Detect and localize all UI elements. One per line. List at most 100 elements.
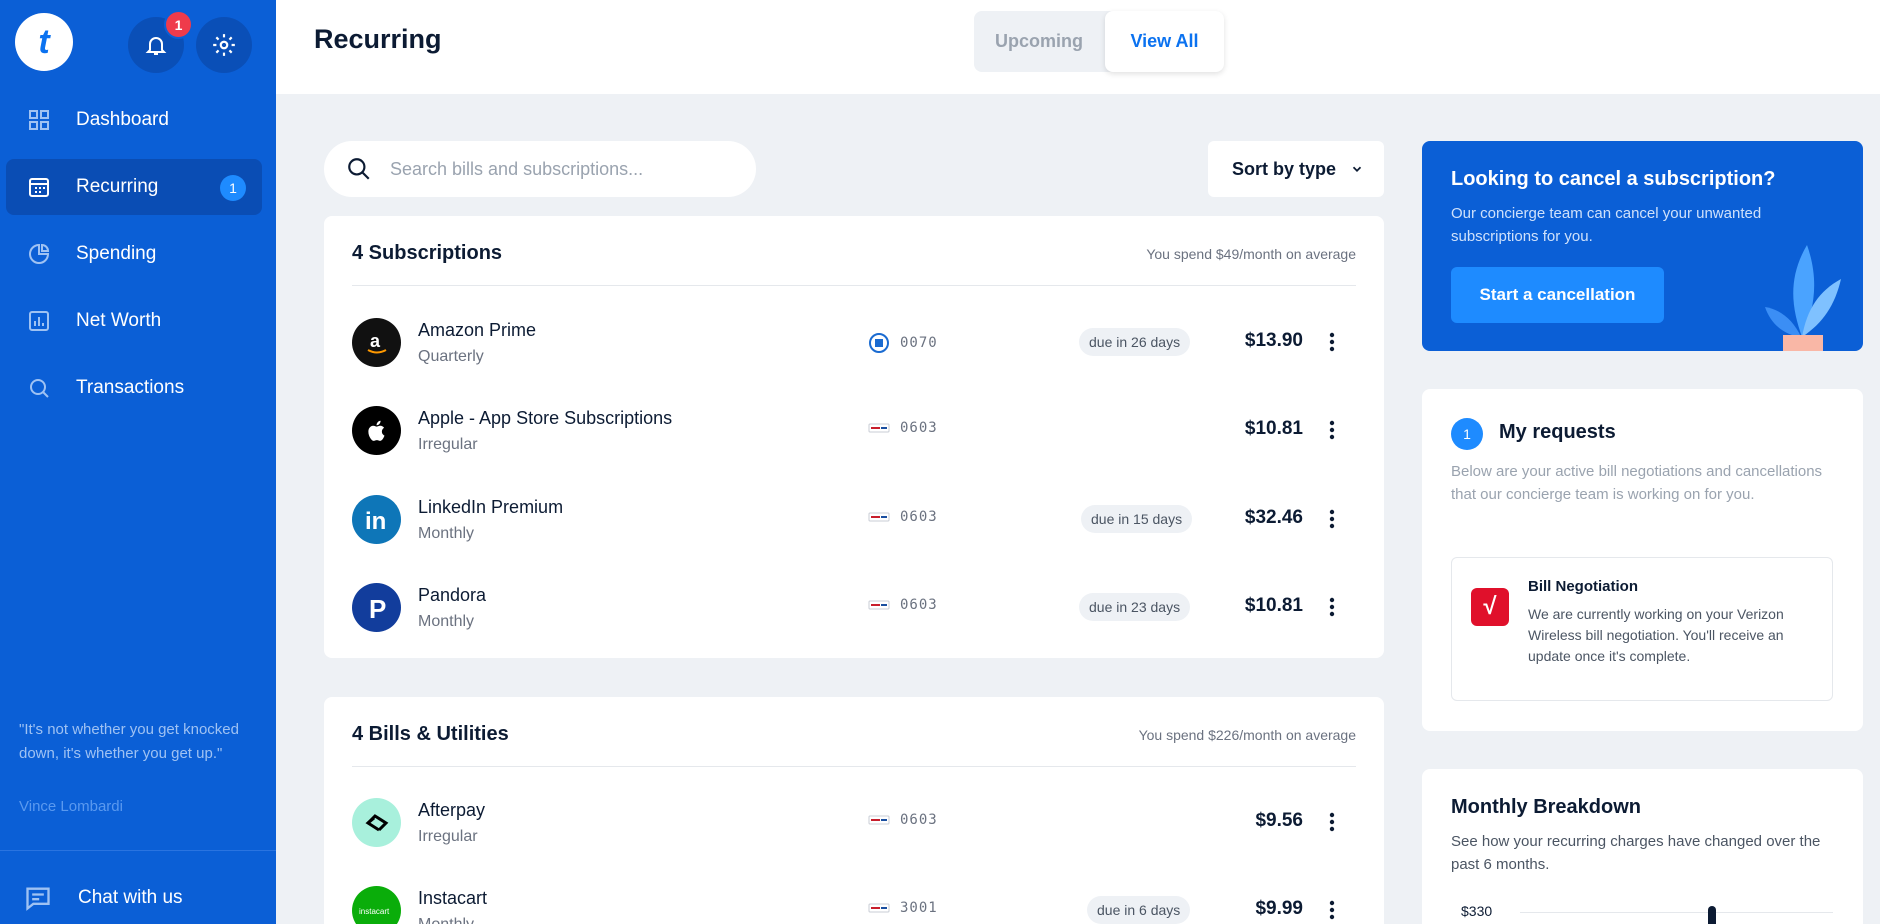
more-options-icon[interactable] — [1322, 328, 1342, 356]
account-tag: 3001 — [868, 900, 938, 916]
sidebar-quote: "It's not whether you get knocked down, … — [19, 721, 239, 762]
pie-chart-icon — [26, 241, 52, 267]
pandora-logo-icon: P — [352, 583, 401, 632]
sidebar-item-label: Spending — [76, 243, 157, 264]
bills-average: You spend $226/month on average — [1138, 727, 1356, 743]
row-frequency: Quarterly — [418, 348, 484, 365]
page-title: Recurring — [314, 24, 442, 54]
card-logo-icon — [868, 903, 890, 913]
breakdown-bar — [1708, 906, 1716, 924]
search-input[interactable] — [390, 158, 740, 180]
cancel-card-title: Looking to cancel a subscription? — [1451, 168, 1776, 190]
account-number: 0603 — [900, 597, 938, 613]
sort-label: Sort by type — [1232, 158, 1337, 179]
bills-title: 4 Bills & Utilities — [352, 723, 509, 745]
logo-glyph: t — [38, 23, 50, 61]
table-row[interactable]: Afterpay Irregular 0603 $9.56 — [352, 778, 1356, 866]
subscriptions-title: 4 Subscriptions — [352, 242, 503, 264]
table-row[interactable]: P Pandora Monthly 0603 due in 23 days $1… — [352, 563, 1356, 651]
due-badge: due in 23 days — [1079, 593, 1191, 621]
sidebar-nav: Dashboard Recurring 1 Spending Net Worth — [0, 92, 276, 427]
sidebar-item-recurring[interactable]: Recurring 1 — [6, 159, 262, 215]
svg-text:in: in — [365, 508, 386, 535]
bank-logo-icon — [869, 333, 889, 353]
instacart-logo-icon: instacart — [352, 886, 401, 924]
chat-button[interactable]: Chat with us — [24, 884, 183, 912]
sidebar-item-label: Net Worth — [76, 310, 162, 331]
card-logo-icon — [868, 423, 890, 433]
sidebar-item-dashboard[interactable]: Dashboard — [6, 92, 262, 148]
start-cancellation-button[interactable]: Start a cancellation — [1451, 267, 1664, 323]
sidebar-item-transactions[interactable]: Transactions — [6, 360, 262, 416]
table-row[interactable]: instacart Instacart Monthly 3001 due in … — [352, 866, 1356, 924]
account-number: 0603 — [900, 420, 938, 436]
sidebar-divider — [0, 850, 276, 851]
quote-author: Vince Lombardi — [19, 798, 123, 815]
app-logo[interactable]: t — [15, 13, 73, 71]
sidebar-item-net-worth[interactable]: Net Worth — [6, 293, 262, 349]
row-frequency: Irregular — [418, 828, 478, 845]
grid-icon — [26, 107, 52, 133]
cancel-card-description: Our concierge team can cancel your unwan… — [1451, 205, 1762, 245]
row-name: LinkedIn Premium — [418, 497, 564, 517]
more-options-icon[interactable] — [1322, 416, 1342, 444]
row-name: Amazon Prime — [418, 320, 537, 340]
requests-count-badge: 1 — [1451, 418, 1483, 450]
card-header: 4 Subscriptions You spend $49/month on a… — [352, 216, 1356, 286]
search-bar — [324, 141, 756, 197]
gear-icon — [213, 34, 235, 56]
table-row[interactable]: in LinkedIn Premium Monthly 0603 due in … — [352, 475, 1356, 563]
breakdown-gridline — [1520, 912, 1833, 913]
card-header: 4 Bills & Utilities You spend $226/month… — [352, 697, 1356, 767]
settings-button[interactable] — [196, 17, 252, 73]
breakdown-description: See how your recurring charges have chan… — [1451, 833, 1821, 873]
svg-text:instacart: instacart — [359, 907, 390, 916]
calendar-icon — [26, 174, 52, 200]
row-amount: $32.46 — [1244, 507, 1303, 528]
row-frequency: Monthly — [418, 916, 474, 924]
plant-illustration-icon — [1765, 245, 1841, 351]
chevron-down-icon — [1352, 166, 1362, 172]
afterpay-logo-icon — [352, 798, 401, 847]
row-name: Apple - App Store Subscriptions — [418, 408, 673, 428]
subscriptions-card: 4 Subscriptions You spend $49/month on a… — [324, 216, 1384, 658]
view-toggle: Upcoming View All — [974, 11, 1224, 72]
card-logo-icon — [868, 512, 890, 522]
my-requests-card: 1 My requests Below are your active bill… — [1422, 389, 1863, 731]
account-tag: 0603 — [868, 509, 938, 525]
more-options-icon[interactable] — [1322, 505, 1342, 533]
account-number: 0603 — [900, 509, 938, 525]
sidebar-item-label: Recurring — [76, 176, 159, 197]
due-badge: due in 15 days — [1081, 505, 1193, 533]
account-number: 3001 — [900, 900, 938, 916]
row-name: Afterpay — [418, 800, 486, 820]
tab-upcoming[interactable]: Upcoming — [974, 11, 1104, 72]
card-logo-icon — [868, 815, 890, 825]
card-logo-icon — [868, 600, 890, 610]
sidebar-item-label: Dashboard — [76, 109, 169, 130]
tab-view-all[interactable]: View All — [1105, 11, 1224, 72]
chat-label: Chat with us — [78, 887, 183, 908]
bill-negotiation-item[interactable]: √ Bill Negotiation We are currently work… — [1451, 557, 1833, 701]
sidebar-item-spending[interactable]: Spending — [6, 226, 262, 282]
page-header: Recurring Upcoming View All — [276, 0, 1880, 94]
recurring-count-badge: 1 — [220, 175, 246, 201]
account-tag: 0603 — [868, 420, 938, 436]
row-frequency: Irregular — [418, 436, 478, 453]
account-tag: 0603 — [868, 597, 938, 613]
search-icon — [348, 158, 370, 180]
table-row[interactable]: a Amazon Prime Quarterly 0070 due in 26 … — [352, 298, 1356, 386]
due-badge: due in 6 days — [1087, 896, 1191, 924]
cancel-subscription-card: Looking to cancel a subscription? Our co… — [1422, 141, 1863, 351]
more-options-icon[interactable] — [1322, 593, 1342, 621]
more-options-icon[interactable] — [1322, 896, 1342, 924]
more-options-icon[interactable] — [1322, 808, 1342, 836]
account-number: 0070 — [900, 335, 938, 351]
verizon-logo-icon: √ — [1471, 588, 1509, 626]
subscriptions-average: You spend $49/month on average — [1146, 246, 1356, 262]
table-row[interactable]: Apple - App Store Subscriptions Irregula… — [352, 386, 1356, 474]
row-amount: $10.81 — [1244, 418, 1303, 439]
row-amount: $10.81 — [1244, 595, 1303, 616]
sort-dropdown[interactable]: Sort by type — [1208, 141, 1384, 197]
row-amount: $9.99 — [1255, 898, 1303, 919]
